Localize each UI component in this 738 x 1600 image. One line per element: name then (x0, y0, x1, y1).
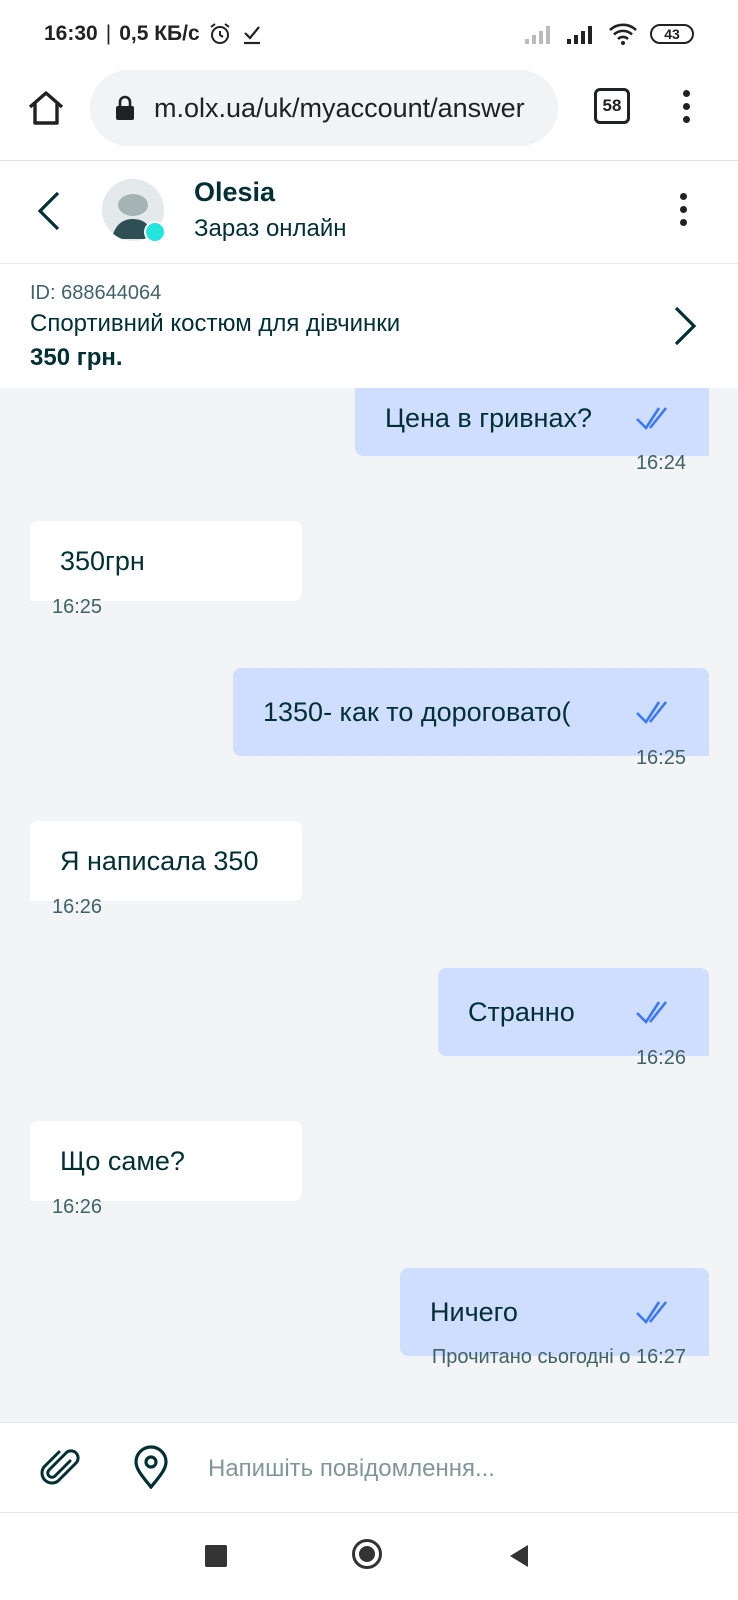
browser-menu-icon[interactable] (683, 90, 691, 129)
read-receipt-icon (636, 407, 668, 431)
chat-menu-icon[interactable] (680, 193, 688, 232)
read-receipt-icon (636, 1301, 668, 1325)
message-text: 350грн (60, 545, 145, 576)
back-arrow-icon[interactable] (34, 189, 64, 233)
chevron-right-icon[interactable] (672, 304, 698, 348)
status-speed: 0,5 КБ/с (119, 22, 200, 45)
download-done-icon (243, 26, 260, 45)
contact-status: Зараз онлайн (194, 215, 347, 242)
browser-toolbar: m.olx.ua/uk/myaccount/answer 58 (0, 68, 738, 160)
message-input[interactable] (206, 1441, 710, 1497)
url-text: m.olx.ua/uk/myaccount/answer (154, 92, 525, 123)
listing-id: ID: 688644064 (30, 282, 162, 304)
message-time: 16:25 (635, 747, 686, 769)
read-receipt-icon (636, 701, 668, 725)
message-time: 16:26 (52, 1196, 103, 1218)
message-time: 16:25 (52, 596, 103, 618)
lock-icon (116, 95, 134, 120)
message-text: Ничего (430, 1296, 518, 1327)
listing-title: Спортивний костюм для дівчинки (30, 310, 401, 337)
status-left: 16:30 | 0,5 КБ/с (44, 22, 264, 46)
signal-icon (567, 26, 592, 44)
status-time: 16:30 (44, 22, 98, 45)
message-time: 16:26 (635, 1047, 686, 1069)
home-nav-icon[interactable] (352, 1539, 382, 1569)
tabs-count: 58 (602, 96, 622, 115)
battery-level: 43 (664, 26, 680, 42)
message-incoming[interactable]: 350грн (30, 521, 302, 601)
tabs-button[interactable]: 58 (594, 88, 630, 124)
address-bar[interactable]: m.olx.ua/uk/myaccount/answer (90, 70, 558, 146)
recents-icon[interactable] (205, 1545, 227, 1567)
signal-icon (525, 26, 550, 44)
status-separator: | (105, 22, 112, 45)
message-incoming[interactable]: Що саме? (30, 1121, 302, 1201)
status-right: 43 (524, 22, 694, 46)
message-text: Що саме? (60, 1145, 185, 1176)
read-status: Прочитано сьогодні о 16:27 (431, 1346, 686, 1368)
chat-header: Olesia Зараз онлайн (0, 160, 738, 264)
online-indicator (144, 221, 166, 243)
battery-icon: 43 (650, 24, 694, 44)
location-pin-icon[interactable] (132, 1445, 170, 1489)
contact-name: Olesia (194, 177, 276, 207)
listing-summary[interactable]: ID: 688644064 Спортивний костюм для дівч… (0, 264, 738, 388)
back-nav-icon[interactable] (508, 1543, 530, 1569)
message-outgoing[interactable]: Ничего (400, 1268, 709, 1356)
message-incoming[interactable]: Я написала 350 (30, 821, 302, 901)
message-text: Цена в гривнах? (385, 402, 592, 433)
alarm-icon (210, 23, 230, 44)
paperclip-icon[interactable] (40, 1447, 82, 1489)
home-icon[interactable] (26, 88, 66, 128)
message-composer (0, 1422, 738, 1512)
message-text: Я написала 350 (60, 845, 259, 876)
read-receipt-icon (636, 1001, 668, 1025)
message-list[interactable]: Цена в гривнах? 16:24 350грн 16:25 1350-… (0, 388, 738, 1422)
message-outgoing[interactable]: Странно (438, 968, 709, 1056)
system-nav-bar (0, 1512, 738, 1600)
message-outgoing[interactable]: Цена в гривнах? (355, 388, 709, 456)
message-text: Странно (468, 996, 575, 1027)
message-text: 1350- как то дороговато( (263, 696, 571, 727)
status-bar: 16:30 | 0,5 КБ/с 43 (0, 0, 738, 68)
message-time: 16:26 (52, 896, 103, 918)
message-time: 16:24 (635, 452, 686, 474)
wifi-icon (609, 23, 637, 45)
listing-price: 350 грн. (30, 344, 123, 371)
message-outgoing[interactable]: 1350- как то дороговато( (233, 668, 709, 756)
